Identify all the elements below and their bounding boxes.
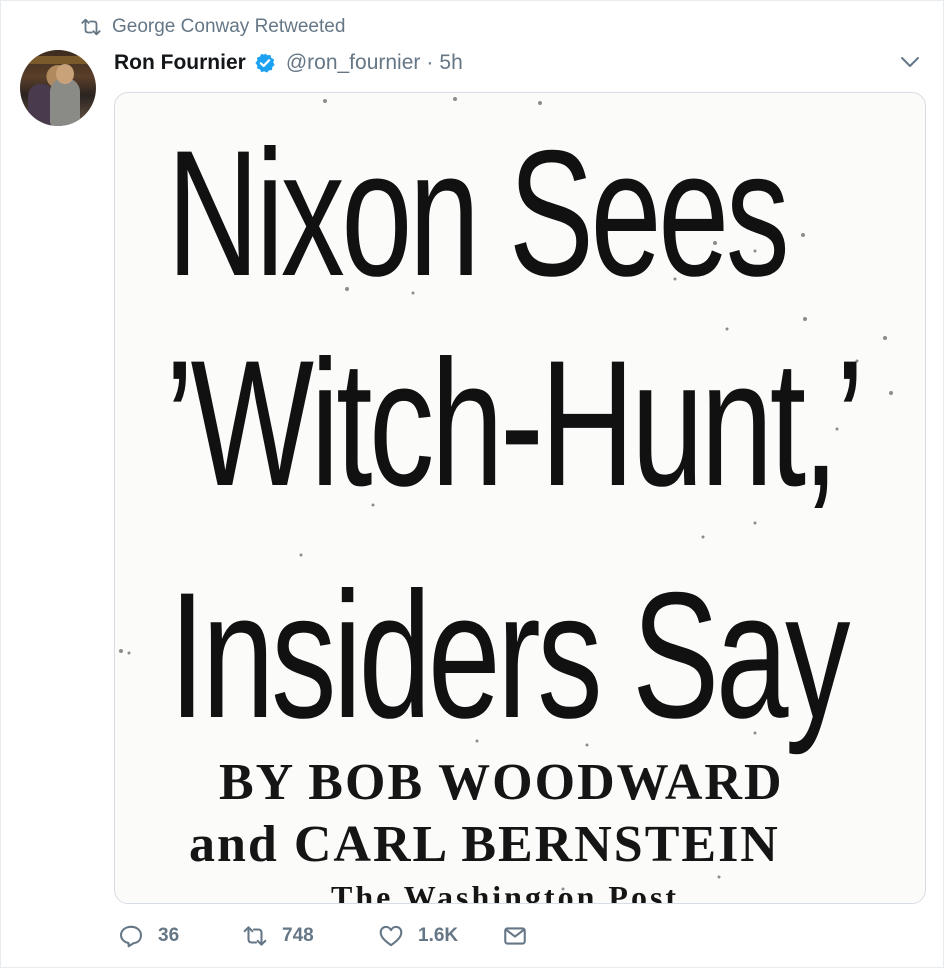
retweet-icon [81,18,101,36]
author-name[interactable]: Ron Fournier [114,51,246,75]
headline-line-3: Insiders Say [169,555,850,756]
retweet-count: 748 [282,925,314,946]
reply-button[interactable]: 36 [118,923,242,949]
chevron-down-icon[interactable] [898,50,922,74]
heart-icon [379,925,403,947]
tweet-timestamp[interactable]: 5h [439,51,462,75]
like-count: 1.6K [418,925,459,946]
tweet-header: Ron Fournier @ron_fournier · 5h [114,48,463,78]
separator-dot: · [426,51,434,74]
direct-message-button[interactable] [502,923,528,949]
reply-count: 36 [158,925,180,946]
retweet-context-text[interactable]: George Conway Retweeted [112,16,345,38]
avatar[interactable] [20,50,96,126]
reply-icon [120,925,142,948]
verified-badge-icon [255,53,275,73]
envelope-icon [504,927,526,945]
retweet-icon [243,926,267,946]
tweet-actions: 36 748 1.6K [118,920,528,952]
author-handle[interactable]: @ron_fournier [286,51,421,75]
retweet-context: George Conway Retweeted [80,14,345,40]
byline-line-2: and CARL BERNSTEIN [189,816,780,873]
byline-line-1: BY BOB WOODWARD [219,754,784,811]
like-button[interactable]: 1.6K [378,923,502,949]
tweet-media-image[interactable]: Nixon Sees ’Witch-Hunt,’ Insiders Say BY… [114,92,926,904]
dateline: The Washington Post [331,879,680,904]
headline-line-1: Nixon Sees [167,113,790,314]
headline-line-2: ’Witch-Hunt,’ [165,323,865,524]
retweet-button[interactable]: 748 [242,923,378,949]
